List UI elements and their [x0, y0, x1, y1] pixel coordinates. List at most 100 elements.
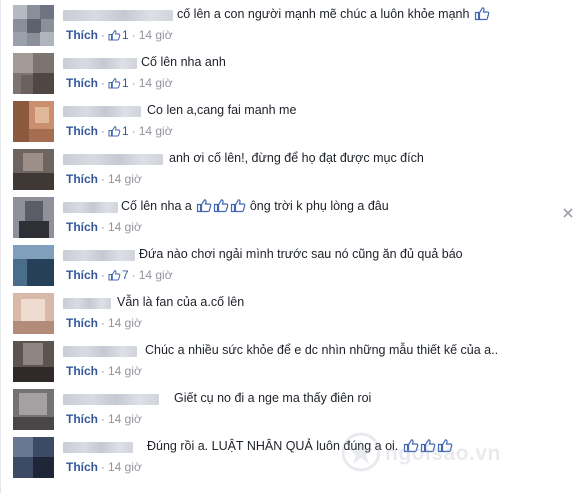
author-name[interactable]: [63, 298, 111, 309]
comment-item: Chúc a nhiều sức khỏe để e dc nhìn những…: [1, 336, 561, 382]
comment-body: Chúc a nhiều sức khỏe để e dc nhìn những…: [145, 343, 499, 357]
separator: ·: [101, 172, 105, 186]
author-name[interactable]: [63, 10, 173, 21]
like-icon: [474, 7, 490, 21]
avatar[interactable]: [13, 5, 54, 46]
like-link[interactable]: Thích: [66, 76, 98, 90]
avatar[interactable]: [13, 245, 54, 286]
avatar[interactable]: [13, 389, 54, 430]
author-name[interactable]: [63, 202, 118, 213]
comment-text: anh ơi cố lên!, đừng để họ đạt được mục …: [169, 150, 424, 166]
like-link[interactable]: Thích: [66, 124, 98, 138]
like-icon: [231, 199, 246, 213]
avatar-image: [13, 5, 54, 46]
separator: ·: [131, 76, 136, 90]
comment-body: Cố lên nha anh: [141, 55, 226, 69]
comment-body: anh ơi cố lên!, đừng để họ đạt được mục …: [169, 151, 424, 165]
comment-meta: Thích · 14 giờ: [66, 411, 142, 427]
comment-body: cố lên a con người mạnh mẽ chúc a luôn k…: [177, 7, 470, 21]
timestamp[interactable]: 14 giờ: [108, 316, 142, 330]
avatar[interactable]: [13, 149, 54, 190]
avatar-image: [13, 437, 54, 478]
comment-text: Cố lên nha anh: [141, 54, 226, 70]
timestamp[interactable]: 14 giờ: [139, 76, 173, 90]
comment-feed: cố lên a con người mạnh mẽ chúc a luôn k…: [0, 0, 580, 493]
comment-meta: Thích · 1 · 14 giờ: [66, 27, 173, 43]
avatar-image: [13, 341, 54, 382]
timestamp[interactable]: 14 giờ: [108, 460, 142, 474]
avatar-image: [13, 53, 54, 94]
timestamp[interactable]: 14 giờ: [139, 268, 173, 282]
comment-item: cố lên a con người mạnh mẽ chúc a luôn k…: [1, 0, 561, 46]
avatar[interactable]: [13, 293, 54, 334]
avatar-image: [13, 101, 54, 142]
avatar[interactable]: [13, 53, 54, 94]
like-icon: [403, 439, 419, 453]
avatar[interactable]: [13, 341, 54, 382]
timestamp[interactable]: 14 giờ: [108, 172, 142, 186]
author-name[interactable]: [63, 442, 133, 453]
like-link[interactable]: Thích: [66, 220, 98, 234]
like-link[interactable]: Thích: [66, 28, 98, 42]
like-icon: [437, 439, 453, 453]
comment-item: Co len a,cang fai manh me Thích · 1 · 14 giờ: [1, 96, 561, 142]
comment-text: Đúng rồi a. LUẬT NHÂN QUẢ luôn đúng a oi…: [147, 438, 453, 454]
comment-meta: Thích · 1 · 14 giờ: [66, 123, 173, 139]
like-link[interactable]: Thích: [66, 316, 98, 330]
like-count[interactable]: 1: [122, 76, 129, 90]
author-name[interactable]: [63, 250, 135, 261]
comment-item: Đứa nào chơi ngải mình trước sau nó cũng…: [1, 240, 561, 286]
avatar-image: [13, 149, 54, 190]
comment-meta: Thích · 14 giờ: [66, 363, 142, 379]
comment-body: Đứa nào chơi ngải mình trước sau nó cũng…: [139, 247, 463, 261]
like-count[interactable]: 1: [122, 124, 129, 138]
author-name[interactable]: [63, 58, 137, 69]
comment-body-continued: ông trời k phụ lòng a đâu: [249, 199, 389, 213]
comment-text: Giết cụ no đi a nge ma thấy điên roi: [174, 390, 371, 406]
comment-text: Đứa nào chơi ngải mình trước sau nó cũng…: [139, 246, 463, 262]
author-name[interactable]: [63, 346, 137, 357]
separator: ·: [101, 364, 105, 378]
close-icon[interactable]: [562, 207, 574, 219]
like-count[interactable]: 1: [122, 28, 129, 42]
avatar[interactable]: [13, 197, 54, 238]
like-link[interactable]: Thích: [66, 412, 98, 426]
avatar-image: [13, 293, 54, 334]
comment-meta: Thích · 14 giờ: [66, 219, 142, 235]
comment-meta: Thích · 1 · 14 giờ: [66, 75, 173, 91]
separator: ·: [101, 268, 105, 282]
separator: ·: [101, 124, 105, 138]
timestamp[interactable]: 14 giờ: [108, 364, 142, 378]
separator: ·: [131, 28, 136, 42]
thumbs-up-icon: [108, 270, 121, 281]
like-link[interactable]: Thích: [66, 460, 98, 474]
like-count[interactable]: 7: [122, 268, 129, 282]
avatar[interactable]: [13, 437, 54, 478]
thumbs-up-icon: [108, 126, 121, 137]
like-link[interactable]: Thích: [66, 364, 98, 378]
timestamp[interactable]: 14 giờ: [139, 124, 173, 138]
timestamp[interactable]: 14 giờ: [139, 28, 173, 42]
comment-body: Vẫn là fan của a.cố lên: [117, 295, 245, 309]
timestamp[interactable]: 14 giờ: [108, 220, 142, 234]
avatar[interactable]: [13, 101, 54, 142]
author-name[interactable]: [63, 394, 159, 405]
separator: ·: [101, 316, 105, 330]
separator: ·: [131, 124, 136, 138]
thumbs-up-icon: [108, 30, 121, 41]
like-link[interactable]: Thích: [66, 268, 98, 282]
separator: ·: [101, 220, 105, 234]
timestamp[interactable]: 14 giờ: [108, 412, 142, 426]
like-icon: [197, 199, 212, 213]
like-link[interactable]: Thích: [66, 172, 98, 186]
comment-body: Cố lên nha a: [121, 199, 192, 213]
like-icon: [214, 199, 229, 213]
comment-item: anh ơi cố lên!, đừng để họ đạt được mục …: [1, 144, 561, 190]
author-name[interactable]: [63, 154, 163, 165]
comment-text: cố lên a con người mạnh mẽ chúc a luôn k…: [177, 6, 490, 22]
avatar-image: [13, 197, 54, 238]
author-name[interactable]: [63, 106, 141, 117]
comment-meta: Thích · 14 giờ: [66, 459, 142, 475]
comment-item: Đúng rồi a. LUẬT NHÂN QUẢ luôn đúng a oi…: [1, 432, 561, 478]
separator: ·: [131, 268, 136, 282]
